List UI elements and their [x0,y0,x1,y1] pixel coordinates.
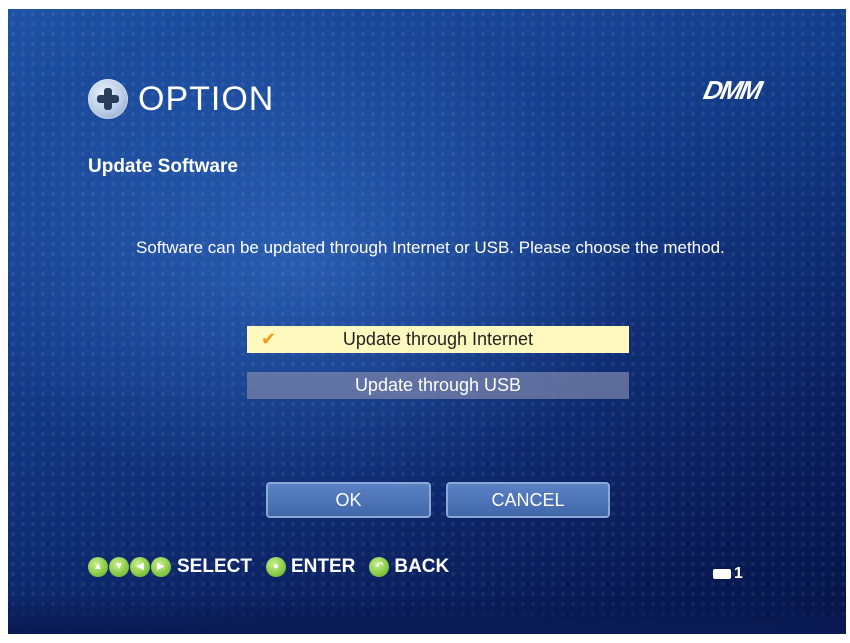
option-label: Update through USB [354,375,522,395]
section-title: Update Software [88,156,238,177]
card-icon [713,569,731,579]
tv-screen: OPTION DMM Update Software Software can … [8,9,846,634]
page-number: 1 [734,565,743,582]
arrow-left-icon: ◀ [130,557,150,577]
footer-hints: ▲ ▼ ◀ ▶ SELECT ● ENTER ↶ BACK [88,556,463,578]
option-update-internet[interactable]: ✔ Update through Internet [247,326,629,353]
header: OPTION [88,79,274,119]
option-cross-icon [88,79,128,119]
ok-button[interactable]: OK [266,482,431,518]
back-hint-label: BACK [394,556,450,577]
option-label: Update through Internet [342,329,534,349]
page-title: OPTION [138,79,275,118]
instruction-text: Software can be updated through Internet… [136,238,725,257]
arrow-up-icon: ▲ [88,557,108,577]
brand-logo: DMM [700,75,764,105]
dpad-icons: ▲ ▼ ◀ ▶ [88,557,171,577]
option-update-usb[interactable]: Update through USB [247,372,629,399]
enter-hint-label: ENTER [290,556,356,577]
back-arrow-icon: ↶ [369,557,390,577]
page-indicator: 1 [713,565,743,583]
arrow-right-icon: ▶ [151,557,171,577]
checkmark-icon: ✔ [261,329,277,349]
enter-button-icon: ● [265,557,286,577]
arrow-down-icon: ▼ [109,557,129,577]
select-hint-label: SELECT [177,556,252,577]
cancel-button[interactable]: CANCEL [446,482,610,518]
